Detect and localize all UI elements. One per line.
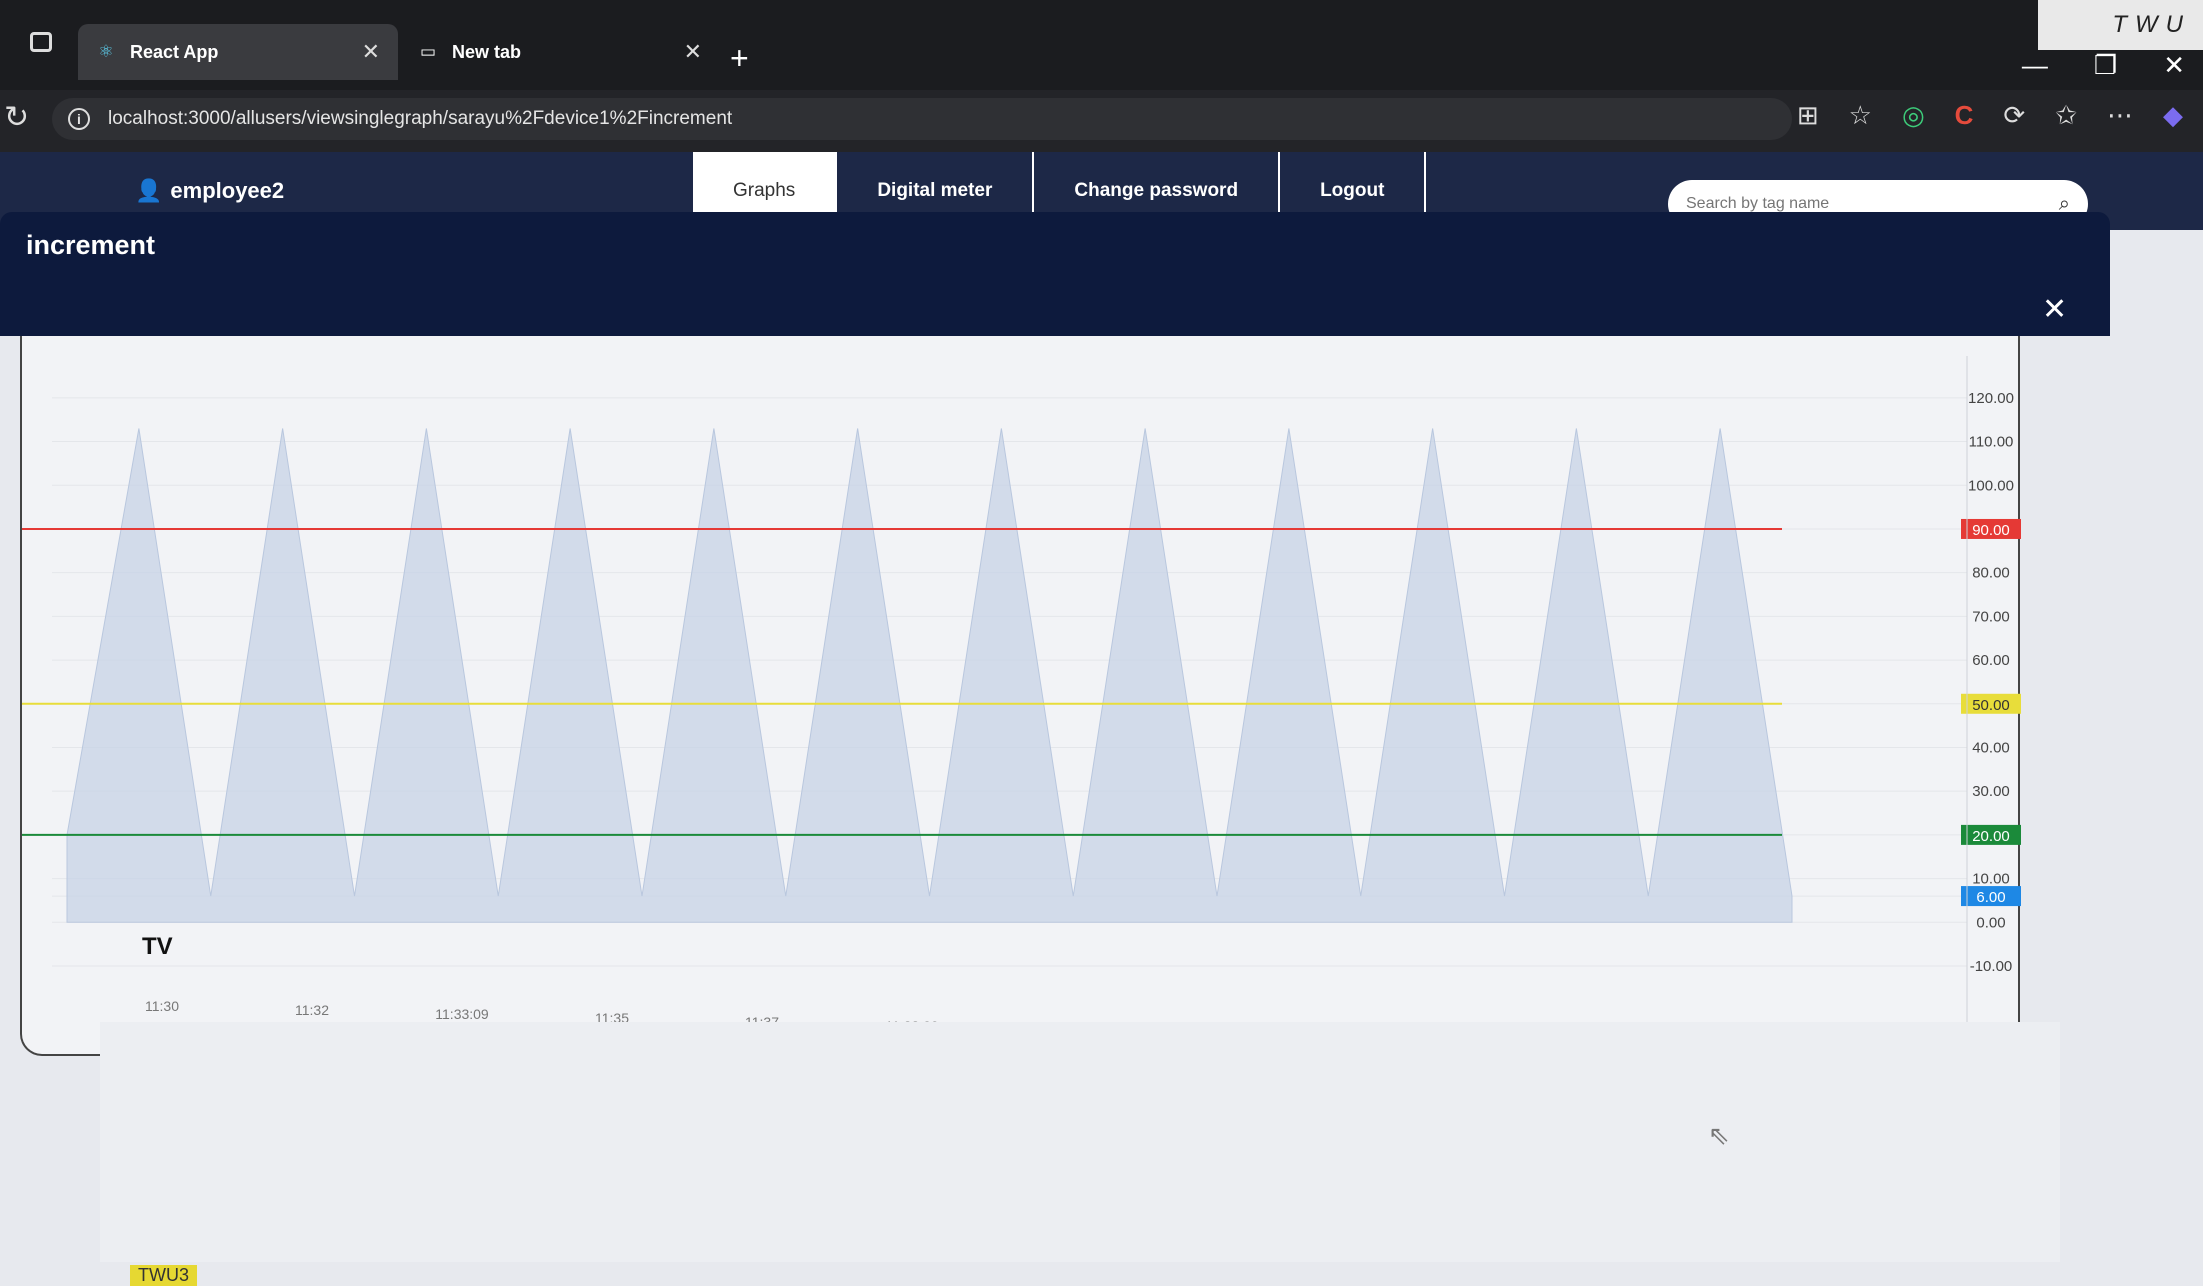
apps-icon[interactable]: ⊞ (1797, 100, 1819, 131)
y-tick-label: 30.00 (1972, 783, 2010, 800)
minimize-icon[interactable]: — (2022, 50, 2048, 81)
browser-tab-title: React App (130, 41, 219, 62)
restore-icon[interactable]: ❐ (2094, 50, 2117, 81)
close-tab-icon[interactable]: ✕ (362, 39, 380, 65)
panel-close-bar (0, 284, 2110, 336)
close-window-icon[interactable]: ✕ (2163, 50, 2185, 81)
corner-logo-text: TWU (2112, 11, 2191, 38)
reload-icon[interactable]: ↻ (4, 100, 29, 135)
chart-container: 120.00 110.00 100.00 90.00 80.00 70.00 60.00 50… (20, 336, 2022, 1056)
y-tick-label: 6.00 (1976, 889, 2005, 906)
y-tick-label: 50.00 (1972, 697, 2010, 714)
panel-title: increment (26, 230, 156, 260)
y-tick-label: 90.00 (1972, 522, 2010, 539)
site-info-icon[interactable]: i (68, 108, 90, 130)
y-tick-label: 60.00 (1972, 652, 2010, 669)
panel-header: increment (0, 212, 2110, 284)
chart-svg[interactable]: 120.00 110.00 100.00 90.00 80.00 70.00 60.00 50… (22, 336, 2022, 1056)
browser-tab-new-tab[interactable]: ▭ New tab ✕ (400, 24, 720, 80)
corner-logo: TWU (2038, 0, 2203, 50)
browser-tabstrip: ⚛ React App ✕ ▭ New tab ✕ + TWU (0, 0, 2203, 90)
panel-close-button[interactable]: ✕ (2042, 292, 2067, 327)
y-tick-label: 100.00 (1968, 477, 2014, 494)
user-icon: 👤 (135, 178, 163, 203)
app-root: 👤 employee2 Graphs Digital meter Change … (0, 152, 2203, 1286)
y-tick-label: -10.00 (1970, 958, 2013, 975)
x-tick-label: 11:32 (295, 1002, 329, 1018)
browser-addressbar: — ❐ ✕ ↻ i localhost:3000/allusers/viewsi… (0, 50, 2203, 152)
y-tick-label: 80.00 (1972, 565, 2010, 582)
x-tick-label: 11:30 (145, 998, 179, 1014)
more-icon[interactable]: ⋯ (2107, 100, 2133, 131)
extension-red-icon[interactable]: C (1955, 100, 1974, 131)
y-tick-label: 0.00 (1976, 914, 2005, 931)
series-area (66, 428, 1793, 923)
page-icon: ▭ (419, 42, 437, 61)
y-tick-label: 70.00 (1972, 608, 2010, 625)
url-field[interactable]: i localhost:3000/allusers/viewsinglegrap… (52, 98, 1792, 140)
url-text: localhost:3000/allusers/viewsinglegraph/… (108, 108, 733, 129)
username: employee2 (170, 178, 285, 203)
mouse-cursor-icon: ⇖ (1708, 1120, 1730, 1150)
monitor-bezel-label: TWU3 (130, 1265, 197, 1286)
y-tick-label: 110.00 (1969, 434, 2014, 451)
react-favicon-icon: ⚛ (98, 42, 114, 61)
refresh-extension-icon[interactable]: ⟳ (2003, 100, 2025, 131)
window-controls: — ❐ ✕ (2022, 50, 2185, 81)
sidebar-toggle-icon[interactable] (30, 32, 52, 52)
extension-green-icon[interactable]: ◎ (1902, 100, 1925, 131)
y-tick-label: 20.00 (1972, 828, 2010, 845)
star-icon[interactable]: ☆ (1849, 100, 1872, 131)
empty-content-area (100, 1022, 2060, 1262)
x-tick-label: 11:33:09 (435, 1006, 489, 1022)
y-tick-label: 10.00 (1972, 871, 2010, 888)
copilot-icon[interactable]: ◆ (2163, 100, 2183, 131)
browser-tab-title: New tab (452, 41, 522, 62)
browser-toolbar-icons: ⊞ ☆ ◎ C ⟳ ✩ ⋯ ◆ (1797, 100, 2183, 131)
y-tick-label: 40.00 (1972, 739, 2010, 756)
search-input[interactable] (1686, 195, 2059, 213)
browser-tab-react-app[interactable]: ⚛ React App ✕ (78, 24, 398, 80)
tradingview-logo-icon: TV (142, 933, 173, 960)
close-tab-icon[interactable]: ✕ (684, 39, 702, 65)
favorites-icon[interactable]: ✩ (2055, 100, 2077, 131)
y-tick-label: 120.00 (1968, 390, 2014, 407)
new-tab-plus-icon[interactable]: + (730, 42, 749, 74)
